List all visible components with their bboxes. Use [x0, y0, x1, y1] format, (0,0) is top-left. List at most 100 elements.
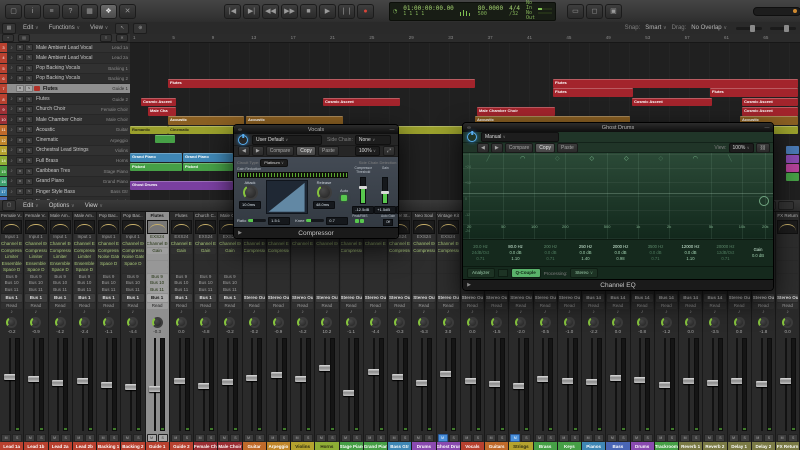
audio-fx-slot[interactable]: Channel EQ: [437, 240, 459, 248]
send-slot[interactable]: [413, 273, 435, 281]
eq-band-3-icon[interactable]: ◇: [540, 155, 575, 164]
solo-button[interactable]: S: [157, 433, 168, 442]
channel-strip-setting[interactable]: Neo Soul: [412, 212, 435, 220]
fader-area[interactable]: [364, 336, 387, 432]
channel-strip-setting[interactable]: Male Am..: [73, 212, 96, 220]
volume-readout[interactable]: -2.4: [73, 329, 96, 335]
mute-button[interactable]: M: [558, 433, 569, 442]
mute-button[interactable]: M: [534, 433, 545, 442]
send-slot[interactable]: Bus 11: [49, 287, 71, 294]
track-header-row[interactable]: 12 ♪ M S Cinematic Arpeggio: [0, 135, 130, 146]
audio-fx-slot[interactable]: [777, 267, 799, 274]
view-menu[interactable]: 100% ∨: [728, 142, 754, 153]
volume-readout[interactable]: 0.0: [776, 329, 799, 335]
eq-thumbnail[interactable]: [98, 220, 120, 234]
send-slot[interactable]: Bus 9: [219, 273, 241, 281]
eq-analyzer-circle-icon[interactable]: [759, 196, 769, 206]
audio-fx-slot[interactable]: [389, 260, 411, 267]
track-header-row[interactable]: 5 ♪ M S Pop Backing Vocals Backing 1: [0, 63, 130, 74]
stop-button[interactable]: ■: [300, 3, 317, 19]
region[interactable]: Picked: [130, 162, 182, 172]
band-q[interactable]: 0.71: [708, 256, 743, 262]
pan-knob[interactable]: [200, 317, 212, 329]
send-slot[interactable]: [364, 287, 386, 294]
region[interactable]: Romantic: [130, 125, 168, 135]
channel-name-label[interactable]: FX Return: [776, 441, 800, 450]
audio-fx-slot[interactable]: Noise Gate: [122, 254, 144, 261]
audio-fx-slot[interactable]: Channel EQ: [219, 240, 241, 248]
volume-readout[interactable]: -4.4: [364, 329, 387, 335]
channel-strip[interactable]: Grand Pi..EXS24Channel EQ Stereo OutRead…: [363, 212, 388, 450]
audio-fx-slot[interactable]: Channel EQ: [340, 240, 362, 248]
region[interactable]: Cosmic Ascent: [742, 107, 798, 116]
eq-band-4-parameters[interactable]: 250 Hz 0.0 dB 1.40: [568, 240, 603, 266]
fader-area[interactable]: [631, 336, 654, 432]
send-slot[interactable]: [243, 280, 265, 287]
pan-knob[interactable]: [515, 317, 527, 329]
volume-readout[interactable]: -0.9: [267, 329, 290, 335]
channel-name-label[interactable]: Bass Gtr: [388, 441, 412, 450]
fader-area[interactable]: [146, 336, 169, 432]
threshold-slider[interactable]: [359, 177, 368, 204]
solo-button[interactable]: S: [375, 433, 386, 442]
audio-fx-slot[interactable]: [292, 247, 314, 254]
output-slot[interactable]: Bus 14: [607, 294, 629, 302]
pan-knob[interactable]: [127, 317, 139, 329]
output-slot[interactable]: Stereo Out: [340, 294, 362, 302]
compressor-title-bar[interactable]: ∞ Vocals —: [234, 125, 398, 134]
track-header-row[interactable]: 13 ♪ M S Orchestral Lead Strings Violins: [0, 145, 130, 157]
audio-fx-slot[interactable]: Channel EQ: [25, 240, 47, 248]
volume-readout[interactable]: -1.1: [340, 329, 363, 335]
pan-knob[interactable]: [6, 317, 18, 329]
horizontal-zoom-slider[interactable]: [736, 24, 762, 32]
fader-area[interactable]: [752, 336, 775, 432]
record-button[interactable]: ●: [357, 3, 374, 19]
fader-area[interactable]: [121, 336, 144, 432]
audio-fx-slot[interactable]: [316, 247, 338, 254]
pan-knob[interactable]: [321, 317, 333, 329]
volume-readout[interactable]: -1.5: [485, 329, 508, 335]
input-slot[interactable]: EXS24: [437, 234, 459, 241]
track-header-row[interactable]: 10 ♪ M S Male Chamber Choir Male Choir: [0, 114, 130, 126]
region[interactable]: [786, 164, 799, 172]
mute-button[interactable]: M: [73, 433, 84, 442]
send-slot[interactable]: Bus 9: [49, 273, 71, 281]
region[interactable]: Acoustic: [168, 116, 244, 125]
audio-fx-slot[interactable]: Ensemble: [25, 260, 47, 267]
audio-fx-slot[interactable]: Space D: [25, 267, 47, 274]
window-options-icon[interactable]: —: [386, 127, 398, 133]
audio-fx-slot[interactable]: Channel EQ: [98, 240, 120, 248]
audio-fx-slot[interactable]: [98, 267, 120, 274]
solo-button[interactable]: S: [25, 126, 33, 134]
send-slot[interactable]: Bus 11: [170, 287, 192, 294]
eq-frequency-graph[interactable]: ╱ ◠ ◇ ◇ ◇ ◇ ◠ ╲ 20 50 100 200 500 1k 2k 5k 10k 20k +24 +12…: [463, 153, 773, 239]
volume-readout[interactable]: -0.5: [534, 329, 557, 335]
audio-fx-slot[interactable]: [292, 267, 314, 274]
region[interactable]: [155, 134, 175, 144]
audio-fx-slot[interactable]: Space D: [1, 267, 23, 274]
audio-fx-slot[interactable]: Space D: [98, 260, 120, 267]
mute-button[interactable]: M: [583, 433, 594, 442]
prev-preset-button[interactable]: ◀: [477, 142, 489, 153]
eq-band-2-parameters[interactable]: 80.0 Hz 0.0 dB 1.10: [498, 240, 533, 266]
fader-area[interactable]: [461, 336, 484, 432]
fader-area[interactable]: [728, 336, 751, 432]
audio-fx-slot[interactable]: Space D: [49, 267, 71, 274]
audio-fx-slot[interactable]: [292, 260, 314, 267]
power-button[interactable]: [238, 134, 248, 145]
solo-button[interactable]: S: [133, 433, 144, 442]
mute-button[interactable]: M: [16, 157, 24, 165]
volume-readout[interactable]: -3.5: [703, 329, 726, 335]
send-slot[interactable]: Bus 11: [122, 287, 144, 294]
channel-strip-setting[interactable]: Church C..: [194, 212, 217, 220]
volume-readout[interactable]: -4.4: [121, 329, 144, 335]
send-slot[interactable]: [292, 287, 314, 294]
volume-readout[interactable]: -4.8: [194, 329, 217, 335]
mute-button[interactable]: M: [170, 433, 181, 442]
volume-readout[interactable]: -6.3: [412, 329, 435, 335]
output-slot[interactable]: Bus 14: [631, 294, 653, 302]
release-knob[interactable]: [316, 185, 332, 200]
audio-fx-slot[interactable]: [437, 260, 459, 267]
track-header-row[interactable]: 8 ♪ M S Flutes Guide 2: [0, 94, 130, 105]
tempo-sub-value[interactable]: 500: [478, 11, 503, 17]
